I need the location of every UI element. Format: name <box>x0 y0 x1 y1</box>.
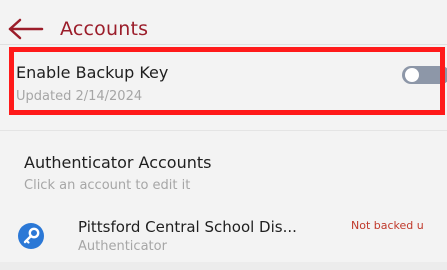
account-type: Authenticator <box>78 239 167 254</box>
bottom-edge <box>0 262 447 270</box>
account-list-item[interactable]: Pittsford Central School Dis... Authenti… <box>0 206 447 260</box>
arrow-left-icon[interactable] <box>6 17 46 41</box>
backup-status-label: Not backed u <box>351 219 424 232</box>
section-subtitle: Click an account to edit it <box>24 178 191 193</box>
page-title: Accounts <box>60 18 149 40</box>
accounts-screen: Accounts Enable Backup Key Updated 2/14/… <box>0 0 447 270</box>
account-name: Pittsford Central School Dis... <box>78 218 297 236</box>
divider <box>0 130 447 131</box>
header: Accounts <box>0 0 447 44</box>
divider <box>0 44 447 45</box>
key-icon <box>18 223 44 249</box>
highlight-annotation <box>9 47 445 115</box>
section-title: Authenticator Accounts <box>24 153 212 172</box>
